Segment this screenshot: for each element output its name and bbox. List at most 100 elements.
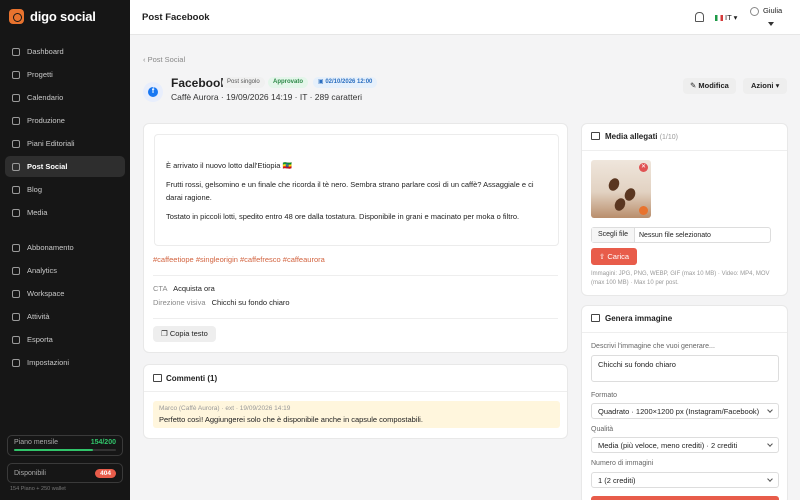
quality-label: Qualità [591, 426, 614, 433]
upload-button[interactable]: ⇧ Carica [591, 248, 638, 265]
coffee-bean [606, 176, 622, 193]
plan-icon [12, 139, 20, 148]
bell-icon[interactable] [695, 12, 704, 22]
sidebar-item-calendario[interactable]: Calendario [5, 87, 125, 108]
post-paragraph: È arrivato il nuovo lotto dall'Etiopia 🇪… [166, 161, 292, 170]
copy-text-button[interactable]: ❐ Copia testo [153, 326, 216, 342]
visual-direction-label: Direzione visiva [153, 298, 206, 307]
status-badge: Approvato [268, 77, 308, 88]
visual-direction-row: Direzione visiva Chicchi su fondo chiaro [153, 298, 290, 307]
format-select[interactable]: Quadrato · 1200×1200 px (Instagram/Faceb… [591, 403, 779, 419]
image-count-select[interactable]: 1 (2 crediti) [591, 472, 779, 488]
prompt-textarea[interactable]: Chicchi su fondo chiaro [591, 355, 779, 382]
sidebar-item-label: Post Social [27, 162, 68, 171]
language-label: IT [725, 13, 732, 22]
user-caret-icon[interactable] [768, 22, 774, 26]
brand-name: digo social [30, 8, 96, 24]
sidebar-item-produzione[interactable]: Produzione [5, 110, 125, 131]
remove-media-icon[interactable]: ✕ [639, 163, 648, 172]
post-title: Facebook [171, 76, 228, 90]
prompt-value: Chicchi su fondo chiaro [598, 360, 676, 369]
edit-button[interactable]: ✎ Modifica [683, 78, 736, 94]
image-icon [591, 132, 600, 140]
activity-icon [12, 312, 20, 321]
cta-label: CTA [153, 284, 168, 293]
user-icon [750, 7, 759, 16]
language-selector[interactable]: IT ▾ [715, 13, 737, 22]
quality-select[interactable]: Media (più veloce, meno crediti) · 2 cre… [591, 437, 779, 453]
export-icon [12, 335, 20, 344]
sidebar-item-progetti[interactable]: Progetti [5, 64, 125, 85]
sidebar-item-attivita[interactable]: Attività [5, 306, 125, 327]
image-count-value: 1 (2 crediti) [598, 475, 636, 485]
file-input[interactable]: Scegli file Nessun file selezionato [591, 227, 771, 243]
file-status: Nessun file selezionato [638, 231, 711, 239]
sidebar-item-workspace[interactable]: Workspace [5, 283, 125, 304]
cta-row: CTA Acquista ora [153, 284, 215, 293]
edit-media-icon[interactable] [639, 206, 648, 215]
sidebar-item-abbonamento[interactable]: Abbonamento [5, 237, 125, 258]
actions-button[interactable]: Azioni ▾ [743, 78, 788, 94]
chevron-down-icon: ▾ [733, 13, 738, 22]
sidebar-item-label: Progetti [27, 70, 53, 79]
plan-progress-bar [14, 449, 116, 451]
copy-text-label: Copia testo [169, 329, 208, 338]
brand-logo-icon [9, 8, 24, 24]
divider [153, 318, 558, 319]
settings-icon [12, 358, 20, 367]
post-card: È arrivato il nuovo lotto dall'Etiopia 🇪… [143, 123, 568, 353]
breadcrumb[interactable]: ‹ Post Social [143, 55, 185, 64]
post-subtitle: Caffè Aurora · 19/09/2026 14:19 · IT · 2… [171, 92, 363, 102]
facebook-icon: f [148, 87, 158, 97]
flag-it-icon [715, 14, 723, 21]
sidebar-item-label: Analytics [27, 266, 58, 275]
plan-usage: Piano mensile 154/200 [7, 435, 123, 456]
nav-gap [0, 225, 130, 237]
sidebar-item-label: Piani Editoriali [27, 139, 75, 148]
comment-text: Perfetto così! Aggiungerei solo che è di… [159, 415, 423, 424]
available-badge: 404 [95, 468, 116, 478]
sidebar-nav: Dashboard Progetti Calendario Produzione… [0, 41, 130, 373]
sidebar-item-label: Esporta [27, 335, 53, 344]
sidebar-item-label: Dashboard [27, 47, 64, 56]
sidebar-item-label: Workspace [27, 289, 65, 298]
sidebar-item-piani-editoriali[interactable]: Piani Editoriali [5, 133, 125, 154]
post-hashtags: #caffeetiope #singleorigin #caffefresco … [153, 255, 325, 264]
sidebar-item-blog[interactable]: Blog [5, 179, 125, 200]
format-label: Formato [591, 392, 618, 399]
media-card: Media allegati (1/10) ✕ Scegli file Ness… [581, 123, 788, 296]
brand[interactable]: digo social [0, 0, 130, 32]
available-credits: Disponibili 404 [7, 463, 123, 483]
sidebar: digo social Dashboard Progetti Calendari… [0, 0, 130, 500]
sidebar-item-impostazioni[interactable]: Impostazioni [5, 352, 125, 373]
sidebar-item-label: Calendario [27, 93, 64, 102]
image-count-label: Numero di immagini [591, 460, 654, 467]
divider [582, 332, 787, 333]
plan-count: 154/200 [90, 439, 116, 446]
subscription-icon [12, 243, 20, 252]
workspace-icon [12, 289, 20, 298]
sidebar-item-media[interactable]: Media [5, 202, 125, 223]
sidebar-item-label: Impostazioni [27, 358, 70, 367]
sidebar-item-post-social[interactable]: Post Social [5, 156, 125, 177]
divider [153, 275, 558, 276]
generate-button[interactable] [591, 496, 779, 500]
media-title-label: Media allegati [605, 132, 658, 141]
choose-file-button[interactable]: Scegli file [592, 228, 635, 242]
media-count: (1/10) [659, 134, 678, 141]
blog-icon [12, 185, 20, 194]
plan-label: Piano mensile [14, 439, 58, 446]
comment-meta: Marco (Caffè Aurora) · ext · 19/09/2026 … [159, 405, 291, 412]
dashboard-icon [12, 47, 20, 56]
page-title: Post Facebook [142, 12, 210, 23]
sidebar-item-analytics[interactable]: Analytics [5, 260, 125, 281]
user-menu[interactable]: Giulia [750, 6, 782, 16]
media-title: Media allegati (1/10) [605, 132, 678, 141]
prompt-label: Descrivi l'immagine che vuoi generare... [591, 343, 715, 350]
sidebar-item-dashboard[interactable]: Dashboard [5, 41, 125, 62]
post-content: È arrivato il nuovo lotto dall'Etiopia 🇪… [154, 134, 559, 246]
sidebar-item-label: Media [27, 208, 48, 217]
sidebar-item-esporta[interactable]: Esporta [5, 329, 125, 350]
media-thumbnail[interactable]: ✕ [591, 160, 651, 218]
sidebar-item-label: Abbonamento [27, 243, 74, 252]
